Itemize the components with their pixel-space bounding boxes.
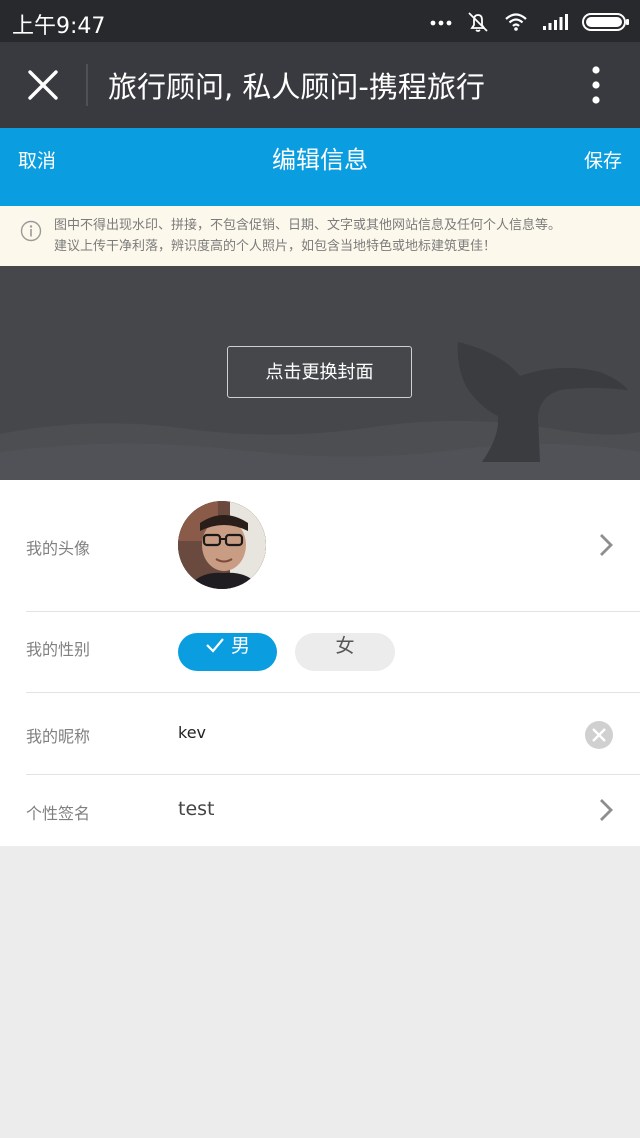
upload-notice: 图中不得出现水印、拼接，不包含促销、日期、文字或其他网站信息及任何个人信息等。 …	[0, 206, 640, 266]
mute-icon	[468, 12, 488, 32]
status-time: 上午9:47	[12, 14, 106, 39]
notice-line-2: 建议上传干净利落，辨识度高的个人照片，如包含当地特色或地标建筑更佳！	[54, 239, 497, 254]
nickname-label: 我的昵称	[26, 727, 91, 746]
gender-male-label: 男	[231, 635, 251, 657]
gender-label: 我的性别	[26, 640, 91, 659]
gender-female-label: 女	[335, 635, 355, 657]
signature-value: test	[178, 798, 215, 820]
signature-row[interactable]: 个性签名	[0, 775, 640, 846]
signature-label: 个性签名	[26, 804, 91, 823]
notice-text: 图中不得出现水印、拼接，不包含促销、日期、文字或其他网站信息及任何个人信息等。 …	[54, 215, 561, 257]
status-bar: 上午9:47	[0, 0, 640, 42]
gender-male-option[interactable]: 男	[178, 633, 277, 671]
close-icon[interactable]	[26, 68, 60, 102]
avatar-photo	[178, 501, 266, 589]
wifi-icon	[505, 13, 527, 31]
avatar-row[interactable]: 我的头像	[0, 480, 640, 611]
avatar-label: 我的头像	[26, 539, 91, 558]
nickname-row: 我的昵称	[0, 693, 640, 773]
notice-line-1: 图中不得出现水印、拼接，不包含促销、日期、文字或其他网站信息及任何个人信息等。	[54, 218, 562, 233]
info-icon	[20, 220, 42, 242]
clear-icon[interactable]	[584, 720, 614, 750]
header-title: 编辑信息	[272, 146, 368, 174]
change-cover-button[interactable]: 点击更换封面	[227, 346, 412, 398]
more-dots-icon	[430, 20, 452, 26]
nickname-input[interactable]: kev	[178, 723, 206, 742]
more-vertical-icon[interactable]	[592, 66, 600, 104]
app-title-bar: 旅行顾问, 私人顾问-携程旅行	[0, 42, 640, 128]
signal-icon	[543, 14, 568, 30]
gender-female-option[interactable]: 女	[295, 633, 395, 671]
check-icon	[206, 638, 224, 653]
save-button[interactable]: 保存	[584, 146, 622, 173]
title-separator	[86, 64, 88, 106]
status-icons	[430, 10, 630, 34]
chevron-right-icon	[600, 799, 613, 821]
cover-area[interactable]: 点击更换封面	[0, 266, 640, 480]
profile-form: 我的头像 我的性别 男 女 我的昵称 kev 个性签名 test	[0, 480, 640, 846]
avatar[interactable]	[178, 501, 266, 589]
battery-icon	[582, 13, 629, 31]
edit-header: 取消 编辑信息 保存	[0, 128, 640, 206]
page-title: 旅行顾问, 私人顾问-携程旅行	[108, 70, 485, 104]
chevron-right-icon	[600, 534, 613, 556]
